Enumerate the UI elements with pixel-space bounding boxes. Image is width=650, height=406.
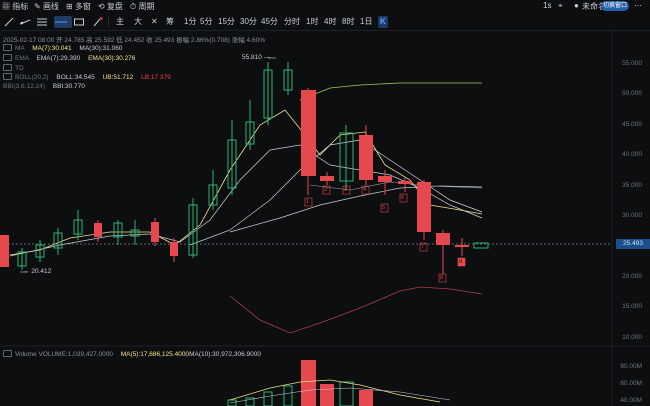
td-count: 2 — [324, 187, 328, 193]
volume-bars — [227, 360, 373, 406]
td-count: 3 — [344, 187, 348, 193]
td-count: 4 — [363, 187, 367, 193]
price-axis-label: 35.000 — [622, 182, 642, 189]
boll-mid-line — [229, 185, 483, 233]
ema7-line — [9, 144, 483, 257]
candle — [320, 176, 334, 181]
td-count: 6 — [401, 195, 405, 201]
candle — [398, 181, 412, 184]
price-axis-label: 30.000 — [622, 212, 642, 219]
price-axis-label: 55.000 — [622, 60, 642, 67]
eye-icon[interactable] — [3, 350, 12, 357]
price-axis-label: 10.000 — [622, 334, 642, 341]
price-axis-label: 50.000 — [622, 90, 642, 97]
candle — [378, 176, 392, 182]
low-annotation: ← 20.412 — [23, 268, 52, 275]
candle — [94, 223, 102, 237]
volume-bar — [263, 391, 273, 406]
volume-axis-label: 60.00M — [620, 380, 642, 387]
candle — [151, 222, 159, 242]
candles — [0, 62, 489, 274]
price-axis-label: 45.000 — [622, 121, 642, 128]
volume-ma5-line — [229, 379, 441, 403]
volume-bar — [301, 360, 316, 406]
volume-legend[interactable]: Volume VOLUME:1,039,427.0000 MA(5):17,68… — [3, 350, 261, 358]
candle — [301, 90, 316, 176]
candle — [436, 233, 450, 245]
td-count: 9 — [459, 259, 463, 265]
td-count: 8 — [440, 275, 444, 281]
candle — [170, 242, 178, 256]
td-count: 7 — [421, 244, 425, 250]
candle — [359, 135, 373, 180]
volume-bar — [227, 399, 237, 406]
candle — [455, 245, 469, 247]
volume-bar — [283, 385, 293, 406]
td-count: 1 — [306, 199, 310, 205]
volume-bar — [320, 384, 334, 406]
boll-lower-line — [229, 286, 483, 334]
price-axis-label: 40.000 — [622, 151, 642, 158]
volume-bar — [359, 390, 373, 406]
boll-upper-line — [299, 82, 482, 101]
ma30-line — [189, 139, 483, 246]
volume-axis-label: 40.00M — [620, 397, 642, 404]
candle — [0, 235, 9, 267]
current-price-tag: 25.493 — [616, 239, 650, 249]
candle — [417, 182, 431, 232]
volume-bar — [339, 381, 354, 406]
td-count: 5 — [382, 205, 386, 211]
price-axis-label: 20.000 — [622, 273, 642, 280]
volume-axis-label: 80.00M — [620, 363, 642, 370]
price-chart[interactable] — [0, 0, 650, 406]
high-annotation: 55.810 — — [242, 54, 271, 61]
price-axis-label: 15.000 — [622, 303, 642, 310]
